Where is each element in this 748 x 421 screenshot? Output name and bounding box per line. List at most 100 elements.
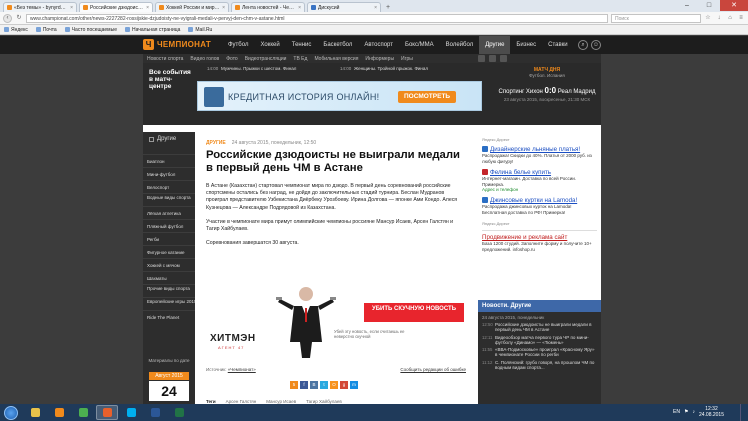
volume-icon[interactable]: ♪ — [692, 409, 695, 415]
sidebar-item[interactable]: Биатлон — [143, 154, 195, 167]
language-indicator[interactable]: EN — [673, 409, 680, 415]
nav-item[interactable]: Ставки — [542, 36, 574, 54]
ad-title[interactable]: Фелина белье купить — [482, 169, 597, 176]
nav-item[interactable]: Другие — [479, 36, 511, 54]
browser-tab[interactable]: Российские дзюдоисты н...× — [79, 2, 153, 12]
news-heading[interactable]: Новости. Другие — [478, 300, 601, 312]
close-tab-icon[interactable]: × — [70, 5, 73, 11]
share-button[interactable]: m — [350, 381, 358, 389]
news-item[interactable]: 11:12 С. Полянский: грубо говоря, на прош… — [478, 358, 601, 371]
sidebar-item[interactable]: Пляжный футбол — [143, 219, 195, 232]
ticker-event[interactable]: Мужчины. Прыжки с шестом. Финал — [221, 66, 296, 71]
menu-icon[interactable]: ≡ — [737, 14, 745, 22]
nav-item[interactable]: Футбол — [222, 36, 254, 54]
sidebar-item[interactable]: Водные виды спорта — [143, 193, 195, 206]
home-icon[interactable]: ⌂ — [726, 14, 734, 22]
live-center-link[interactable]: Все события в матч-центре — [149, 69, 194, 90]
downloads-icon[interactable]: ↓ — [715, 14, 723, 22]
sidebar-item[interactable]: Велоспорт — [143, 180, 195, 193]
show-desktop-button[interactable] — [740, 404, 748, 421]
browser-tab[interactable]: «Без темы» - bynyrdu/se...× — [3, 2, 77, 12]
nav-item[interactable]: Бизнес — [510, 36, 542, 54]
subnav-item[interactable]: Фото — [226, 56, 238, 62]
sidebar-item[interactable]: Регби — [143, 232, 195, 245]
nav-item[interactable]: Баскетбол — [317, 36, 358, 54]
browser-tab[interactable]: Лента новостей - Чемпио...× — [231, 2, 305, 12]
close-tab-icon[interactable]: × — [146, 5, 149, 11]
taskbar-app-skype[interactable] — [120, 405, 142, 420]
start-button[interactable] — [4, 405, 18, 420]
minimize-button[interactable]: – — [676, 0, 698, 11]
subnav-item[interactable]: Информеры — [365, 56, 394, 62]
close-tab-icon[interactable]: × — [374, 5, 377, 11]
bookmark-item[interactable]: Начальная страница — [125, 27, 180, 33]
browser-tab[interactable]: Хоккей России и мира н... × — [155, 2, 229, 12]
share-button[interactable]: f — [300, 381, 308, 389]
nav-item[interactable]: Автоспорт — [358, 36, 399, 54]
bookmark-item[interactable]: Mail.Ru — [188, 27, 212, 33]
star-icon[interactable]: ☆ — [704, 14, 712, 22]
search-icon[interactable]: ⌕ — [578, 40, 588, 50]
news-item[interactable]: 12:11 Видеообзор матча первого тура ЧР по… — [478, 333, 601, 346]
bookmark-item[interactable]: Часто посещаемые — [64, 27, 117, 33]
android-icon[interactable] — [489, 55, 496, 62]
user-icon[interactable]: ☺ — [591, 40, 601, 50]
subnav-item[interactable]: Видео голов — [190, 56, 219, 62]
share-button[interactable]: t — [320, 381, 328, 389]
taskbar-app-chrome[interactable] — [72, 405, 94, 420]
maximize-button[interactable]: □ — [698, 0, 720, 11]
taskbar-app-excel[interactable] — [168, 405, 190, 420]
close-window-button[interactable]: ✕ — [720, 0, 748, 11]
sidebar-item[interactable]: Шахматы — [143, 271, 195, 284]
address-bar[interactable]: www.championat.com/other/news-2227282-ro… — [26, 13, 608, 23]
promo-ad[interactable]: Продвижение и реклама сайт База 1200 сту… — [482, 230, 597, 252]
close-tab-icon[interactable]: × — [298, 5, 301, 11]
sidebar-item[interactable]: Фигурное катание — [143, 245, 195, 258]
sidebar-item[interactable]: Прочие виды спорта — [143, 284, 195, 297]
calendar-day[interactable]: 24 — [149, 381, 189, 401]
sidebar-item[interactable]: Ride The Planet — [143, 310, 195, 323]
promo-title[interactable]: Продвижение и реклама сайт — [482, 234, 597, 241]
sidebar-item[interactable]: Мини-футбол — [143, 167, 195, 180]
bookmark-item[interactable]: Почта — [35, 27, 57, 33]
search-input[interactable]: Поиск — [611, 13, 701, 23]
taskbar-app-word[interactable] — [144, 405, 166, 420]
taskbar-app-media[interactable] — [48, 405, 70, 420]
source-link[interactable]: «Чемпионат» — [228, 367, 256, 372]
sidebar-item[interactable]: Хоккей с мячом — [143, 258, 195, 271]
windows-icon[interactable] — [500, 55, 507, 62]
reload-icon[interactable]: ↻ — [15, 14, 23, 22]
subnav-item[interactable]: Видеотрансляции — [245, 56, 287, 62]
direct-label[interactable]: Яндекс.Директ — [478, 216, 601, 226]
ticker-event[interactable]: Женщины. Тройной прыжок. Финал — [354, 66, 428, 71]
ad-title[interactable]: Дизайнерские льняные платья! — [482, 146, 597, 153]
match-of-day[interactable]: МАТЧ ДНЯ Футбол. Испания Спортинг Хихон … — [495, 67, 599, 102]
ad-title[interactable]: Джинсовые куртки на Lamoda! — [482, 197, 597, 204]
credit-banner-ad[interactable]: КРЕДИТНАЯ ИСТОРИЯ ОНЛАЙН! ПОСМОТРЕТЬ — [197, 81, 482, 111]
nav-item[interactable]: Теннис — [286, 36, 318, 54]
report-error-link[interactable]: Сообщить редакции об ошибке — [400, 367, 466, 372]
nav-item[interactable]: Волейбол — [440, 36, 480, 54]
sidebar-item[interactable]: Лёгкая атлетика — [143, 206, 195, 219]
back-button[interactable]: ‹ — [3, 13, 12, 23]
news-item[interactable]: 12:50 Российские дзюдоисты не выиграли ме… — [478, 320, 601, 333]
nav-item[interactable]: Хоккей — [254, 36, 285, 54]
clock[interactable]: 12:32 24.08.2015 — [699, 406, 724, 418]
share-button[interactable]: О — [330, 381, 338, 389]
taskbar-app-firefox[interactable] — [96, 405, 118, 420]
nav-item[interactable]: Бокс/ММА — [399, 36, 440, 54]
close-tab-icon[interactable]: × — [222, 5, 225, 11]
banner-button[interactable]: ПОСМОТРЕТЬ — [398, 91, 457, 103]
ad-item[interactable]: Фелина белье купить Интернет-магазин. Дос… — [478, 168, 601, 193]
subnav-item[interactable]: Игры — [401, 56, 413, 62]
subnav-item[interactable]: Мобильная версия — [314, 56, 358, 62]
subnav-item[interactable]: ТВ Ед — [293, 56, 307, 62]
bookmark-item[interactable]: Яндекс — [4, 27, 28, 33]
sidebar-item[interactable]: Европейские игры 2015 — [143, 297, 195, 310]
share-button[interactable]: 5 — [290, 381, 298, 389]
apple-icon[interactable] — [478, 55, 485, 62]
ad-item[interactable]: Дизайнерские льняные платья! Распродажа! … — [478, 145, 601, 165]
taskbar-app-explorer[interactable] — [24, 405, 46, 420]
subnav-item[interactable]: Новости спорта — [147, 56, 183, 62]
new-tab-button[interactable]: + — [383, 3, 393, 12]
